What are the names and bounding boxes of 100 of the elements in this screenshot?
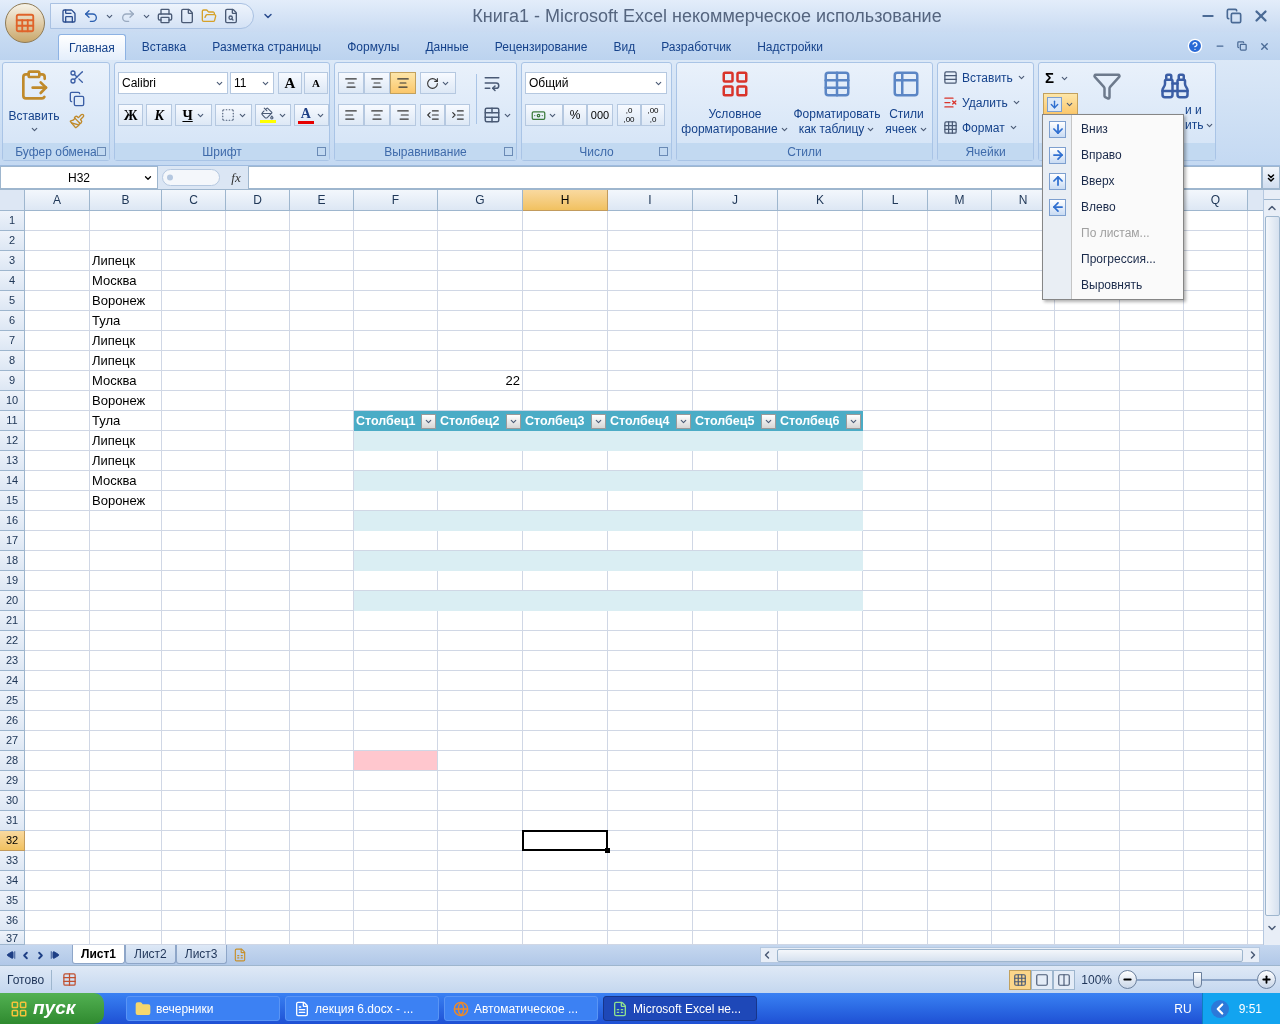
row-header[interactable]: 34 (0, 871, 25, 891)
cells-button[interactable]: Вставить (943, 68, 1033, 87)
dialog-launcher-icon[interactable] (659, 147, 668, 156)
row-header[interactable]: 30 (0, 791, 25, 811)
menu-item[interactable]: Прогрессия... (1043, 246, 1183, 272)
menu-item[interactable]: Выровнять (1043, 272, 1183, 298)
ribbon-tab[interactable]: Формулы (337, 34, 410, 60)
sheet-tab[interactable]: Лист3 (175, 945, 227, 964)
column-header[interactable]: E (290, 190, 354, 211)
row-header[interactable]: 32 (0, 831, 25, 851)
row-header[interactable]: 36 (0, 911, 25, 931)
menu-item[interactable]: Вниз (1043, 116, 1183, 142)
ribbon-tab[interactable]: Разметка страницы (202, 34, 332, 60)
column-header[interactable]: J (693, 190, 778, 211)
number-format-field[interactable]: Общий (525, 72, 667, 94)
restore-icon[interactable] (1237, 41, 1247, 51)
bold-button[interactable]: Ж (118, 104, 144, 126)
fill-handle[interactable] (605, 848, 610, 853)
column-header[interactable]: F (354, 190, 438, 211)
show-hidden-icons-icon[interactable] (1210, 999, 1229, 1018)
dialog-launcher-icon[interactable] (317, 147, 326, 156)
styles-button[interactable]: Стили ячеек (885, 69, 928, 137)
row-header[interactable]: 10 (0, 391, 25, 411)
taskbar-button[interactable]: вечерники (126, 996, 280, 1021)
row-header[interactable]: 1 (0, 211, 25, 231)
vertical-align-button[interactable] (338, 72, 364, 94)
thousands-button[interactable]: 000 (587, 104, 613, 126)
slider-thumb[interactable] (1193, 971, 1202, 988)
ribbon-tab[interactable]: Надстройки (747, 34, 833, 60)
taskbar-button[interactable]: Автоматическое ... (444, 996, 598, 1021)
row-header[interactable]: 37 (0, 931, 25, 945)
row-header[interactable]: 31 (0, 811, 25, 831)
last-sheet-icon[interactable] (50, 950, 60, 960)
merge-cells-icon[interactable] (483, 106, 501, 124)
normal-view-button[interactable] (1009, 969, 1032, 990)
language-indicator[interactable]: RU (1174, 999, 1192, 1018)
row-header[interactable]: 12 (0, 431, 25, 451)
column-header[interactable]: M (928, 190, 992, 211)
print-icon[interactable] (157, 8, 173, 24)
increase-decimal-button[interactable]: ,0 ,00 (617, 104, 641, 126)
scrollbar-thumb[interactable] (777, 948, 1243, 962)
column-header[interactable]: C (162, 190, 226, 211)
page-break-button[interactable] (1053, 969, 1076, 990)
first-sheet-icon[interactable] (6, 950, 16, 960)
cut-icon[interactable] (69, 69, 85, 85)
sheet-tab[interactable]: Лист2 (125, 945, 176, 964)
cells-button[interactable]: Формат (943, 118, 1033, 137)
ribbon-tab[interactable]: Рецензирование (484, 34, 598, 60)
percent-button[interactable]: % (563, 104, 587, 126)
autosum-button[interactable]: Σ (1043, 69, 1078, 87)
row-header[interactable]: 19 (0, 571, 25, 591)
align-right-button[interactable] (390, 104, 416, 126)
print-preview-icon[interactable] (223, 8, 239, 24)
row-header[interactable]: 27 (0, 731, 25, 751)
vertical-align-button[interactable] (390, 72, 416, 94)
column-header[interactable]: A (25, 190, 90, 211)
save-icon[interactable] (61, 8, 77, 24)
resize-handle-icon[interactable] (162, 169, 220, 186)
row-header[interactable]: 3 (0, 251, 25, 271)
shrink-font-button[interactable]: A (304, 72, 328, 94)
font-size-field[interactable]: 11 (230, 72, 274, 94)
column-header[interactable]: B (90, 190, 162, 211)
ribbon-tab[interactable]: Главная (58, 34, 126, 60)
wrap-text-icon[interactable] (483, 74, 501, 92)
sheet-tab[interactable]: Лист1 (72, 945, 126, 964)
column-header[interactable]: K (778, 190, 863, 211)
align-center-button[interactable] (364, 104, 390, 126)
filter-dropdown-button[interactable] (421, 413, 436, 429)
row-header[interactable]: 25 (0, 691, 25, 711)
row-header[interactable]: 14 (0, 471, 25, 491)
macro-record-icon[interactable] (62, 972, 78, 987)
row-header[interactable]: 20 (0, 591, 25, 611)
ribbon-tab[interactable]: Вставка (131, 34, 197, 60)
ribbon-tab[interactable]: Вид (603, 34, 646, 60)
fill-color-button[interactable] (255, 104, 291, 126)
taskbar-button[interactable]: Microsoft Excel не... (603, 996, 757, 1021)
row-header[interactable]: 11 (0, 411, 25, 431)
insert-function-button[interactable]: fx (224, 166, 248, 189)
row-header[interactable]: 7 (0, 331, 25, 351)
filter-dropdown-button[interactable] (506, 413, 521, 429)
column-header[interactable]: G (438, 190, 523, 211)
column-header[interactable]: Q (1184, 190, 1248, 211)
undo-icon[interactable] (83, 8, 99, 24)
column-header[interactable]: H (523, 190, 608, 211)
row-header[interactable]: 5 (0, 291, 25, 311)
row-header[interactable]: 21 (0, 611, 25, 631)
orientation-button[interactable] (420, 72, 456, 94)
expand-formula-bar-button[interactable] (1262, 166, 1280, 189)
restore-icon[interactable] (1226, 8, 1242, 24)
increase-indent-button[interactable] (445, 104, 470, 126)
close-icon[interactable] (1259, 40, 1270, 52)
row-header[interactable]: 13 (0, 451, 25, 471)
cells-button[interactable]: Удалить (943, 93, 1033, 112)
ribbon-tab[interactable]: Данные (415, 34, 479, 60)
name-box[interactable]: H32 (0, 166, 158, 189)
page-layout-button[interactable] (1031, 969, 1054, 990)
dialog-launcher-icon[interactable] (504, 147, 513, 156)
row-header[interactable]: 16 (0, 511, 25, 531)
styles-button[interactable]: Форматировать как таблицу (793, 69, 881, 137)
row-header[interactable]: 26 (0, 711, 25, 731)
